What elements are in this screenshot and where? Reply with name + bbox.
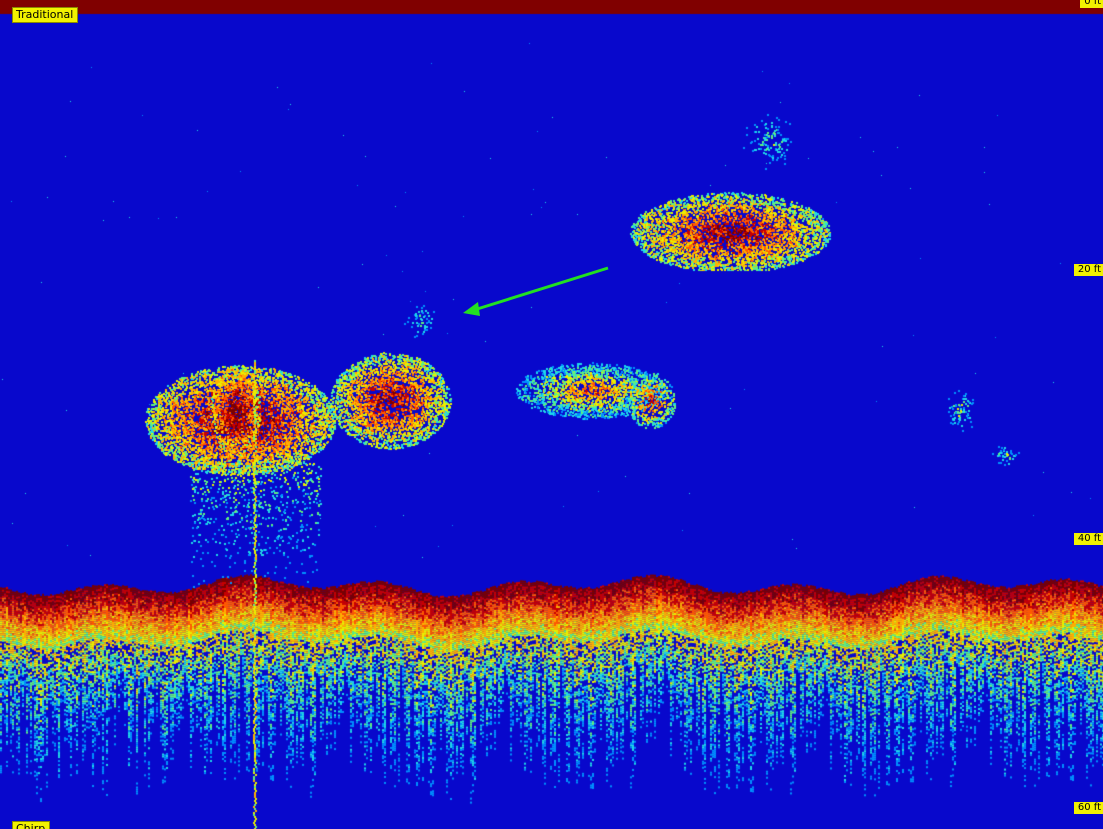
mode-label-traditional[interactable]: Traditional [12, 7, 79, 23]
mode-label-chirp[interactable]: Chirp [12, 821, 51, 829]
echo-returns-canvas [0, 0, 1103, 829]
sonar-echogram[interactable]: Traditional Chirp 0 ft 20 ft 40 ft 60 ft [0, 0, 1103, 829]
depth-label-20: 20 ft [1073, 264, 1103, 276]
depth-label-40: 40 ft [1073, 533, 1103, 545]
depth-label-0: 0 ft [1080, 0, 1103, 8]
depth-label-60: 60 ft [1073, 802, 1103, 814]
